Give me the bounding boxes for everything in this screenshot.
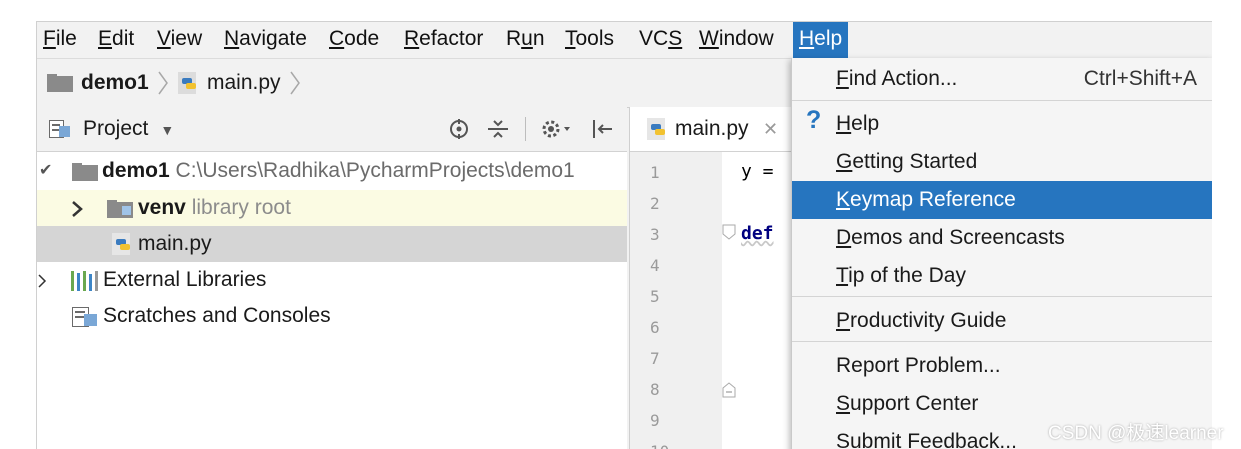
line-number: 8 [650, 380, 660, 399]
collapse-all-icon[interactable] [488, 119, 508, 139]
menu-refactor[interactable]: Refactor [398, 22, 489, 58]
menu-separator [792, 296, 1212, 297]
tree-row-scratches[interactable]: Scratches and Consoles [37, 298, 627, 334]
chevron-right-icon [38, 274, 47, 288]
fold-marker-icon[interactable] [722, 382, 736, 398]
menu-help[interactable]: Help [793, 22, 849, 58]
python-file-icon [178, 72, 196, 94]
line-number: 5 [650, 287, 660, 306]
hide-panel-icon[interactable] [591, 119, 613, 139]
folder-icon [47, 74, 73, 92]
menu-view[interactable]: View [151, 22, 208, 58]
menu-item-productivity-guide[interactable]: Productivity Guide [792, 302, 1212, 340]
menu-item-tip-of-the-day[interactable]: Tip of the Day [792, 257, 1212, 295]
menu-item-help[interactable]: ? Help [792, 105, 1212, 143]
breadcrumb-file[interactable]: main.py [207, 59, 281, 107]
chevron-right-icon [72, 201, 83, 217]
menu-item-keymap-reference[interactable]: Keymap Reference [792, 181, 1212, 219]
library-icon [71, 271, 98, 291]
editor-tab-main-py[interactable]: main.py ✕ [630, 107, 795, 152]
menu-bar: File Edit View Navigate Code Refactor Ru… [37, 22, 1212, 58]
menu-run[interactable]: Run [500, 22, 551, 58]
project-view-icon [49, 120, 70, 138]
watermark-text: CSDN @极速learner [1048, 423, 1224, 444]
breadcrumb-separator-icon [158, 71, 168, 95]
menu-separator [792, 341, 1212, 342]
tree-row-external-libraries[interactable]: External Libraries [37, 262, 627, 298]
menu-item-getting-started[interactable]: Getting Started [792, 143, 1212, 181]
editor-area: main.py ✕ 1 2 3 4 5 6 7 8 9 10 y = def [629, 107, 805, 449]
gear-icon[interactable] [540, 118, 572, 140]
line-number-gutter: 1 2 3 4 5 6 7 8 9 10 [630, 152, 736, 449]
menu-navigate[interactable]: Navigate [218, 22, 313, 58]
line-number: 4 [650, 256, 660, 275]
fold-marker-icon[interactable] [722, 224, 736, 240]
line-number: 7 [650, 349, 660, 368]
help-dropdown-menu: Find Action... Ctrl+Shift+A ? Help Getti… [791, 58, 1212, 449]
toolbar-divider [525, 117, 526, 141]
breadcrumb-separator-icon [290, 71, 300, 95]
project-view-selector[interactable]: Project ▼ [83, 107, 174, 152]
menu-code[interactable]: Code [323, 22, 385, 58]
line-number: 6 [650, 318, 660, 337]
line-number: 3 [650, 225, 660, 244]
menu-item-find-action[interactable]: Find Action... Ctrl+Shift+A [792, 60, 1212, 98]
question-mark-icon: ? [806, 106, 822, 134]
folder-icon [72, 163, 98, 181]
menu-item-demos[interactable]: Demos and Screencasts [792, 219, 1212, 257]
menu-edit[interactable]: Edit [92, 22, 140, 58]
menu-separator [792, 100, 1212, 101]
line-number: 9 [650, 411, 660, 430]
close-tab-icon[interactable]: ✕ [763, 107, 778, 151]
tree-row-main-py[interactable]: main.py [37, 226, 627, 262]
menu-item-report-problem[interactable]: Report Problem... [792, 347, 1212, 385]
ide-window: File Edit View Navigate Code Refactor Ru… [36, 21, 1212, 449]
line-number: 1 [650, 163, 660, 182]
project-panel: Project ▼ ✔ demo1 C:\Users\Radhika\Pycha… [37, 107, 627, 449]
chevron-down-icon: ▼ [160, 122, 175, 138]
menu-file[interactable]: File [37, 22, 83, 58]
line-number: 2 [650, 194, 660, 213]
library-folder-icon [107, 200, 133, 218]
tree-row-venv[interactable]: venv library root [37, 190, 627, 226]
code-line-1[interactable]: y = [741, 161, 774, 182]
project-toolbar: Project ▼ [37, 107, 627, 152]
scratches-icon [72, 307, 97, 327]
tree-row-root[interactable]: ✔ demo1 C:\Users\Radhika\PycharmProjects… [37, 153, 627, 189]
breadcrumb-project[interactable]: demo1 [81, 59, 149, 107]
chevron-expanded-icon: ✔ [39, 162, 53, 179]
python-file-icon [647, 118, 665, 140]
menu-window[interactable]: Window [693, 22, 780, 58]
locate-file-icon[interactable] [449, 119, 469, 139]
python-file-icon [112, 233, 130, 255]
menu-vcs[interactable]: VCS [633, 22, 688, 58]
menu-tools[interactable]: Tools [559, 22, 620, 58]
code-line-3[interactable]: def [741, 223, 774, 244]
